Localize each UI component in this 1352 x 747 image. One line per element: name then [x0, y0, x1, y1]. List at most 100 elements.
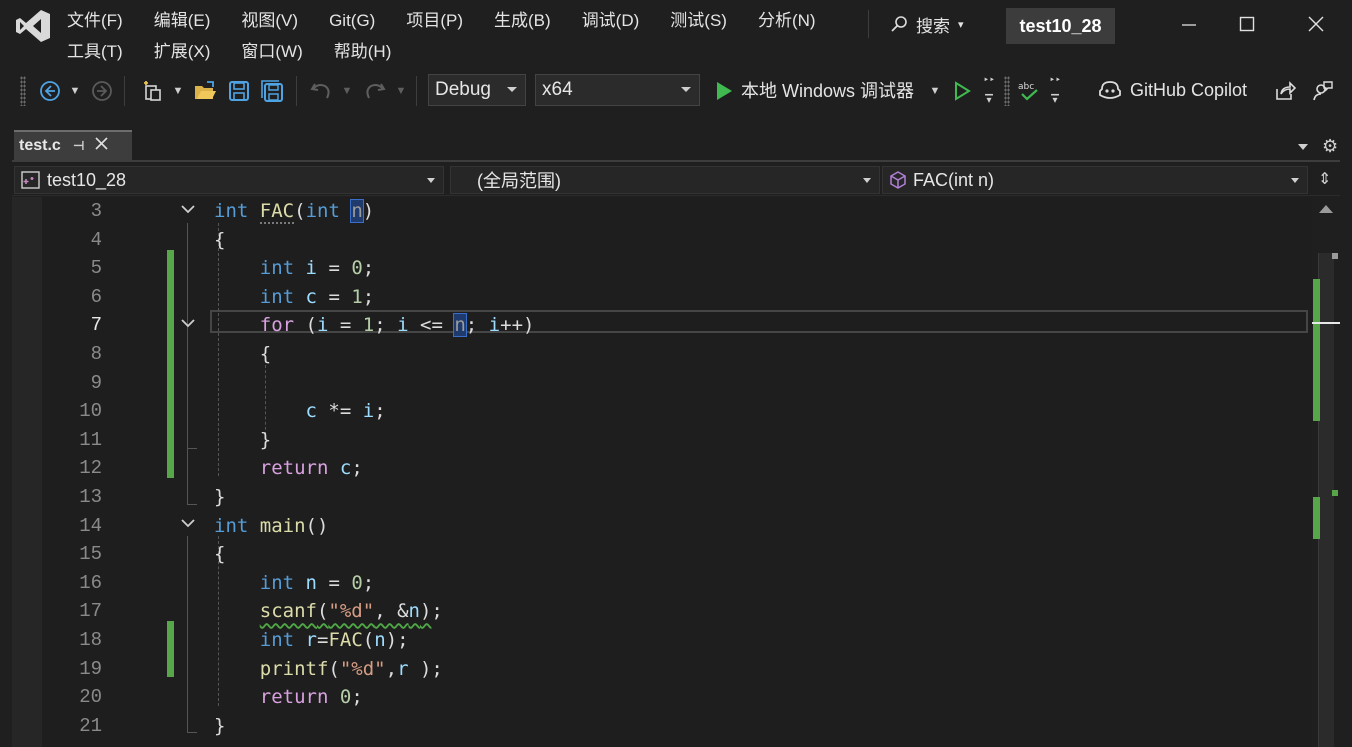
member-select[interactable]: FAC(int n): [882, 166, 1308, 194]
save-button[interactable]: [226, 78, 252, 104]
scope-name: (全局范围): [477, 171, 561, 191]
search-button[interactable]: 搜索 ▾: [890, 10, 964, 38]
scrollbar-track[interactable]: [1318, 253, 1334, 747]
save-all-button[interactable]: [258, 78, 286, 104]
play-outline-icon: [955, 81, 971, 101]
code-line[interactable]: 20 return 0;: [12, 683, 1312, 712]
configuration-value: Debug: [435, 79, 491, 100]
code-line[interactable]: 21 }: [12, 712, 1312, 741]
menu-build[interactable]: 生成(B): [494, 8, 551, 34]
menu-debug[interactable]: 调试(D): [582, 8, 640, 34]
code-line[interactable]: 12 return c;: [12, 454, 1312, 483]
tab-list-dropdown[interactable]: [1298, 144, 1308, 150]
redo-button[interactable]: [362, 78, 388, 104]
code-line[interactable]: 18 int r=FAC(n);: [12, 626, 1312, 655]
code-editor[interactable]: 3 int FAC(int n) 4 { 5 int i = 0; 6 int …: [12, 197, 1312, 747]
minimize-button[interactable]: [1175, 10, 1203, 38]
code-line[interactable]: 16 int n = 0;: [12, 569, 1312, 598]
toolbar-grip[interactable]: [20, 76, 26, 106]
menu-window[interactable]: 窗口(W): [241, 39, 302, 65]
pin-tab-icon[interactable]: ⊣: [73, 138, 85, 154]
token-variable: c: [339, 457, 352, 480]
token-variable: i: [305, 257, 317, 280]
line-number: 3: [90, 200, 102, 222]
live-share-feedback-button[interactable]: [1310, 78, 1336, 104]
project-select[interactable]: test10_28: [14, 166, 444, 194]
vertical-scrollbar[interactable]: [1312, 197, 1340, 747]
split-editor-icon[interactable]: ⇕: [1318, 169, 1331, 189]
redo-dropdown[interactable]: ▼: [394, 78, 408, 104]
menu-git[interactable]: Git(G): [329, 8, 375, 34]
code-line-current[interactable]: 7 for (i = 1; i <= n; i++): [12, 311, 1312, 340]
undo-button[interactable]: [308, 78, 334, 104]
chevron-down-icon: ▼: [69, 85, 81, 97]
undo-dropdown[interactable]: ▼: [340, 78, 354, 104]
code-line[interactable]: 14 int main(): [12, 512, 1312, 541]
code-line[interactable]: 4 {: [12, 226, 1312, 255]
token-function: scanf: [259, 600, 317, 623]
token-function: FAC: [259, 200, 295, 224]
solution-name-badge[interactable]: test10_28: [1006, 8, 1115, 44]
token-variable: i: [316, 314, 329, 337]
scroll-up-arrow-icon[interactable]: [1319, 205, 1333, 213]
navigate-back-dropdown[interactable]: ▼: [68, 78, 82, 104]
run-target-label[interactable]: 本地 Windows 调试器: [741, 78, 914, 104]
open-file-button[interactable]: [192, 78, 218, 104]
menu-analyze[interactable]: 分析(N): [758, 8, 816, 34]
toolbar-overflow-1[interactable]: ‣‣ ▁ ▾: [982, 76, 996, 106]
menu-help[interactable]: 帮助(H): [334, 39, 392, 65]
menu-tools[interactable]: 工具(T): [67, 39, 123, 65]
solution-configuration-select[interactable]: Debug: [428, 74, 526, 106]
save-all-icon: [261, 80, 283, 102]
spell-check-button[interactable]: abc: [1016, 78, 1042, 104]
code-line[interactable]: 15 {: [12, 540, 1312, 569]
token-function: main: [259, 514, 306, 537]
tab-test-c[interactable]: test.c ⊣: [14, 130, 132, 160]
new-project-dropdown[interactable]: ▼: [171, 78, 185, 104]
menu-file[interactable]: 文件(F): [67, 8, 123, 34]
new-project-button[interactable]: [138, 78, 168, 104]
line-number: 12: [79, 457, 102, 480]
code-line[interactable]: 5 int i = 0;: [12, 254, 1312, 283]
navigate-back-button[interactable]: [36, 78, 64, 104]
toolbar-grip[interactable]: [1004, 76, 1010, 106]
search-icon: [891, 16, 907, 32]
start-without-debugging-button[interactable]: [950, 78, 974, 104]
undo-icon: [310, 83, 330, 99]
token-parameter: n: [453, 313, 467, 338]
maximize-button[interactable]: [1233, 10, 1261, 38]
menu-project[interactable]: 项目(P): [406, 8, 463, 34]
code-line[interactable]: 3 int FAC(int n): [12, 197, 1312, 226]
start-debugging-button[interactable]: [712, 78, 736, 104]
code-line[interactable]: 17 scanf("%d", &n);: [12, 597, 1312, 626]
menu-edit[interactable]: 编辑(E): [154, 8, 211, 34]
token-variable: c: [305, 400, 317, 423]
menu-extensions[interactable]: 扩展(X): [154, 39, 211, 65]
code-line[interactable]: 10 c *= i;: [12, 397, 1312, 426]
token-variable: c: [305, 285, 317, 308]
code-line[interactable]: 11 }: [12, 426, 1312, 455]
toolbar-separator: [124, 76, 125, 106]
code-line[interactable]: 13 }: [12, 483, 1312, 512]
token-function: FAC: [328, 629, 363, 651]
line-number: 15: [79, 543, 102, 566]
code-line[interactable]: 8 {: [12, 340, 1312, 369]
solution-platform-select[interactable]: x64: [535, 74, 700, 106]
code-line[interactable]: 9: [12, 369, 1312, 398]
chevron-down-icon: ▼: [929, 85, 941, 97]
close-tab-button[interactable]: [95, 137, 108, 155]
code-line[interactable]: 6 int c = 1;: [12, 283, 1312, 312]
github-copilot-button[interactable]: GitHub Copilot: [1098, 77, 1247, 103]
chevron-down-icon: [427, 178, 435, 183]
scope-select[interactable]: (全局范围): [450, 166, 880, 194]
close-window-button[interactable]: [1302, 10, 1330, 38]
menu-test[interactable]: 测试(S): [670, 8, 727, 34]
gear-icon[interactable]: ⚙: [1322, 136, 1338, 157]
code-line[interactable]: 19 printf("%d",r );: [12, 655, 1312, 684]
visual-studio-logo-icon[interactable]: [14, 8, 52, 44]
menu-view[interactable]: 视图(V): [241, 8, 298, 34]
toolbar-overflow-2[interactable]: ‣‣ ▁ ▾: [1048, 76, 1062, 106]
share-button[interactable]: [1272, 78, 1298, 104]
run-target-dropdown[interactable]: ▼: [928, 78, 942, 104]
navigate-forward-button[interactable]: [88, 78, 116, 104]
